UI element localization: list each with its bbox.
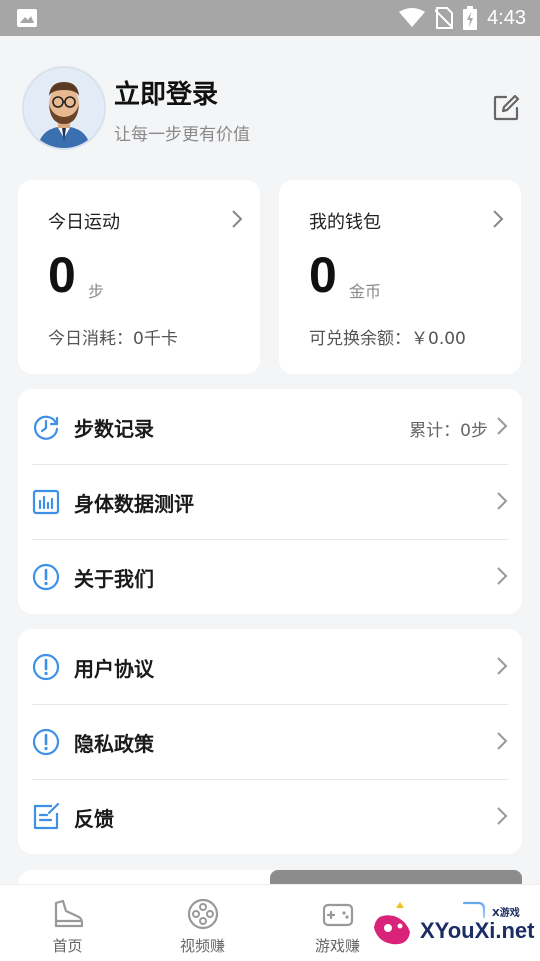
chevron-right-icon	[497, 807, 508, 825]
avatar[interactable]	[22, 66, 106, 150]
info-icon	[32, 563, 60, 591]
chevron-right-icon	[493, 210, 504, 228]
film-reel-icon	[187, 898, 218, 930]
feedback-edit-icon	[33, 803, 60, 830]
menu-item-body-assessment[interactable]: 身体数据测评	[18, 464, 522, 539]
menu-label: 隐私政策	[74, 732, 154, 756]
menu-label: 用户协议	[74, 657, 154, 681]
menu-label: 步数记录	[74, 417, 154, 441]
tab-home[interactable]: 首页	[0, 885, 135, 961]
menu-item-step-records[interactable]: 步数记录 累计：0步	[18, 389, 522, 464]
image-notification-icon	[17, 9, 37, 27]
status-bar: 4:43	[0, 0, 540, 36]
watermark-text: XYouXi.net	[420, 918, 535, 943]
info-icon	[32, 653, 60, 681]
battery-charging-icon	[463, 6, 478, 30]
menu-item-privacy-policy[interactable]: 隐私政策	[18, 704, 522, 779]
chevron-right-icon	[497, 732, 508, 750]
menu-item-about-us[interactable]: 关于我们	[18, 539, 522, 614]
wallet-coins-unit: 金币	[349, 282, 382, 301]
menu-item-feedback[interactable]: 反馈	[18, 779, 522, 854]
total-steps: 累计：0步	[409, 421, 488, 441]
today-steps-value: 0	[48, 247, 76, 303]
bar-chart-icon	[32, 489, 60, 515]
chevron-right-icon	[497, 417, 508, 435]
menu-group-records: 步数记录 累计：0步 身体数据测评 关于我们	[18, 389, 522, 614]
tab-video-earn[interactable]: 视频赚	[135, 885, 270, 961]
today-steps-unit: 步	[88, 282, 105, 301]
tab-label: 首页	[52, 937, 83, 955]
menu-label: 反馈	[74, 807, 114, 831]
gamepad-icon	[322, 903, 353, 927]
chevron-right-icon	[497, 657, 508, 675]
chevron-right-icon	[232, 210, 243, 228]
menu-label: 关于我们	[74, 567, 154, 591]
menu-group-legal: 用户协议 隐私政策 反馈	[18, 629, 522, 854]
clock-refresh-icon	[33, 415, 59, 440]
avatar-illustration-icon	[24, 68, 104, 148]
menu-label: 身体数据测评	[74, 492, 194, 516]
menu-item-user-agreement[interactable]: 用户协议	[18, 629, 522, 704]
today-calories: 今日消耗：0千卡	[48, 329, 178, 349]
tab-label: 视频赚	[179, 937, 225, 955]
chevron-right-icon	[497, 567, 508, 585]
chevron-right-icon	[497, 492, 508, 510]
wallet-card[interactable]: 我的钱包 0 金币 可兑换余额：￥0.00	[279, 180, 521, 374]
wallet-balance: 可兑换余额：￥0.00	[309, 329, 466, 349]
clock: 4:43	[487, 6, 526, 29]
wallet-coins-value: 0	[309, 247, 337, 303]
info-icon	[32, 728, 60, 756]
wifi-icon	[399, 8, 426, 27]
login-title[interactable]: 立即登录	[114, 74, 218, 111]
login-subtitle: 让每一步更有价值	[114, 125, 250, 145]
edit-icon[interactable]	[492, 94, 520, 122]
today-activity-title: 今日运动	[48, 212, 120, 233]
profile-header[interactable]: 立即登录 让每一步更有价值	[0, 36, 540, 176]
no-sim-icon	[435, 7, 454, 29]
watermark-small-text: X游戏	[492, 908, 520, 919]
wallet-title: 我的钱包	[309, 212, 381, 233]
today-activity-card[interactable]: 今日运动 0 步 今日消耗：0千卡	[18, 180, 260, 374]
sneaker-icon	[54, 899, 83, 928]
